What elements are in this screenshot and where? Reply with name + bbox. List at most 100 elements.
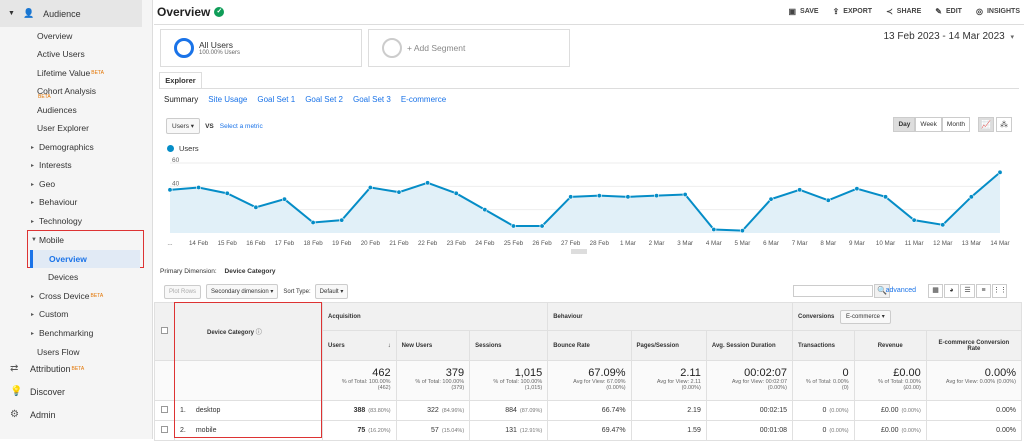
data-point[interactable] xyxy=(883,194,889,200)
share-button[interactable]: ≺ SHARE xyxy=(886,7,921,16)
column-header-e-commerce-conversion-rate[interactable]: E-commerce Conversion Rate xyxy=(925,330,1023,361)
primary-dimension-value[interactable]: Device Category xyxy=(225,268,276,275)
sidebar-item-benchmarking[interactable]: ▸ Benchmarking xyxy=(0,324,153,342)
motion-chart-icon[interactable]: ⁂ xyxy=(996,117,1012,132)
sidebar-item-user-explorer[interactable]: User Explorer xyxy=(0,119,153,137)
conversions-dropdown[interactable]: E-commerce ▾ xyxy=(840,310,891,324)
save-button[interactable]: ▣ SAVE xyxy=(788,7,818,16)
subtab-summary[interactable]: Summary xyxy=(164,95,198,104)
table-search-input[interactable] xyxy=(793,285,873,297)
subtab-goal-set-3[interactable]: Goal Set 3 xyxy=(353,95,391,104)
data-point[interactable] xyxy=(367,184,373,190)
column-header-new-users[interactable]: New Users xyxy=(395,330,471,361)
subtab-site-usage[interactable]: Site Usage xyxy=(208,95,247,104)
subtab-ecommerce[interactable]: E-commerce xyxy=(401,95,446,104)
performance-view-icon[interactable]: ☰ xyxy=(960,284,975,298)
dimension-value-link[interactable]: desktop xyxy=(196,407,221,414)
sidebar-item-overview[interactable]: Overview xyxy=(0,27,153,45)
select-metric-link[interactable]: Select a metric xyxy=(220,123,263,130)
pie-view-icon[interactable]: ◕ xyxy=(944,284,959,298)
sidebar-item-active-users[interactable]: Active Users xyxy=(0,45,153,63)
sidebar-item-attribution[interactable]: ⇄ Attribution BETA xyxy=(0,357,153,380)
sidebar-item-technology[interactable]: ▸ Technology xyxy=(0,212,153,230)
export-button[interactable]: ⇪ EXPORT xyxy=(833,7,873,16)
sidebar-item-mobile[interactable]: ▼ Mobile xyxy=(0,231,153,249)
data-point[interactable] xyxy=(453,190,459,196)
metric-dropdown[interactable]: Users ▾ xyxy=(166,118,201,134)
insights-button[interactable]: ◎ INSIGHTS xyxy=(976,7,1020,16)
comparison-view-icon[interactable]: ≡ xyxy=(976,284,991,298)
data-point[interactable] xyxy=(224,190,230,196)
sidebar-item-cross-device[interactable]: ▸ Cross Device BETA xyxy=(0,287,153,305)
column-header-avg-session-duration[interactable]: Avg. Session Duration xyxy=(705,330,794,361)
dimension-header[interactable]: Device Category ⓘ xyxy=(174,302,323,361)
plot-rows-button[interactable]: Plot Rows xyxy=(164,284,202,299)
data-point[interactable] xyxy=(482,207,488,213)
data-point[interactable] xyxy=(253,204,259,210)
table-row[interactable]: 1. desktop 388 (83.80%) 322 (84.96%) 884 (87.09… xyxy=(154,400,1023,421)
sidebar-item-discover[interactable]: 💡 Discover xyxy=(0,380,153,403)
data-point[interactable] xyxy=(167,187,173,193)
period-month-button[interactable]: Month xyxy=(941,117,970,132)
column-header-users[interactable]: Users ↓ xyxy=(322,330,397,361)
data-point[interactable] xyxy=(940,222,946,228)
data-point[interactable] xyxy=(596,193,602,199)
data-point[interactable] xyxy=(339,217,345,223)
edit-button[interactable]: ✎ EDIT xyxy=(935,7,962,16)
advanced-filter-link[interactable]: advanced xyxy=(886,287,916,294)
sidebar-item-demographics[interactable]: ▸ Demographics xyxy=(0,138,153,156)
tab-explorer[interactable]: Explorer xyxy=(159,72,202,89)
period-week-button[interactable]: Week xyxy=(915,117,942,132)
subtab-goal-set-1[interactable]: Goal Set 1 xyxy=(257,95,295,104)
data-point[interactable] xyxy=(682,191,688,197)
sidebar-item-mobile-overview[interactable]: Overview xyxy=(30,250,140,268)
data-point[interactable] xyxy=(510,223,516,229)
data-point[interactable] xyxy=(968,194,974,200)
data-point[interactable] xyxy=(997,169,1003,175)
data-point[interactable] xyxy=(396,189,402,195)
pivot-view-icon[interactable]: ⋮⋮ xyxy=(992,284,1007,298)
date-range-picker[interactable]: 13 Feb 2023 - 14 Mar 2023 ▾ xyxy=(884,31,1015,42)
segment-all-users[interactable]: All Users 100.00% Users xyxy=(160,29,362,67)
data-point[interactable] xyxy=(625,194,631,200)
chart-resize-handle[interactable] xyxy=(571,249,587,254)
sidebar-item-lifetime-value[interactable]: Lifetime Value BETA xyxy=(0,64,153,82)
data-point[interactable] xyxy=(911,217,917,223)
sidebar-audience-header[interactable]: ▼ 👤 Audience xyxy=(0,0,142,27)
data-point[interactable] xyxy=(768,196,774,202)
dimension-value-link[interactable]: mobile xyxy=(196,427,217,434)
sidebar-item-cohort-analysis[interactable]: Cohort Analysis BETA xyxy=(0,82,153,100)
sidebar-item-admin[interactable]: ⚙ Admin xyxy=(0,403,153,426)
data-point[interactable] xyxy=(196,184,202,190)
sidebar-item-custom[interactable]: ▸ Custom xyxy=(0,305,153,323)
data-point[interactable] xyxy=(739,228,745,234)
data-point[interactable] xyxy=(825,197,831,203)
row-checkbox[interactable] xyxy=(161,426,168,433)
row-checkbox[interactable] xyxy=(161,406,168,413)
select-all-checkbox[interactable] xyxy=(161,327,168,334)
column-header-transactions[interactable]: Transactions xyxy=(792,330,855,361)
line-chart-icon[interactable]: 📈 xyxy=(978,117,994,132)
data-point[interactable] xyxy=(539,223,545,229)
column-header-sessions[interactable]: Sessions xyxy=(469,330,549,361)
data-point[interactable] xyxy=(711,227,717,233)
sort-type-dropdown[interactable]: Default ▾ xyxy=(314,284,349,299)
subtab-goal-set-2[interactable]: Goal Set 2 xyxy=(305,95,343,104)
secondary-dimension-dropdown[interactable]: Secondary dimension ▾ xyxy=(206,284,279,299)
data-point[interactable] xyxy=(797,187,803,193)
data-point[interactable] xyxy=(425,180,431,186)
period-day-button[interactable]: Day xyxy=(893,117,916,132)
sidebar-item-devices[interactable]: Devices xyxy=(0,268,153,286)
sidebar-item-audiences[interactable]: Audiences xyxy=(0,101,153,119)
column-header-bounce-rate[interactable]: Bounce Rate xyxy=(547,330,632,361)
column-header-revenue[interactable]: Revenue xyxy=(853,330,927,361)
data-point[interactable] xyxy=(854,186,860,192)
table-row[interactable]: 2. mobile 75 (16.20%) 57 (15.04%) 131 (12.91%) 6… xyxy=(154,420,1023,441)
data-point[interactable] xyxy=(568,194,574,200)
sidebar-item-behaviour[interactable]: ▸ Behaviour xyxy=(0,193,153,211)
data-point[interactable] xyxy=(654,193,660,199)
table-view-icon[interactable]: ▦ xyxy=(928,284,943,298)
sidebar-item-geo[interactable]: ▸ Geo xyxy=(0,175,153,193)
sidebar-item-interests[interactable]: ▸ Interests xyxy=(0,156,153,174)
column-header-pages-session[interactable]: Pages/Session xyxy=(630,330,707,361)
